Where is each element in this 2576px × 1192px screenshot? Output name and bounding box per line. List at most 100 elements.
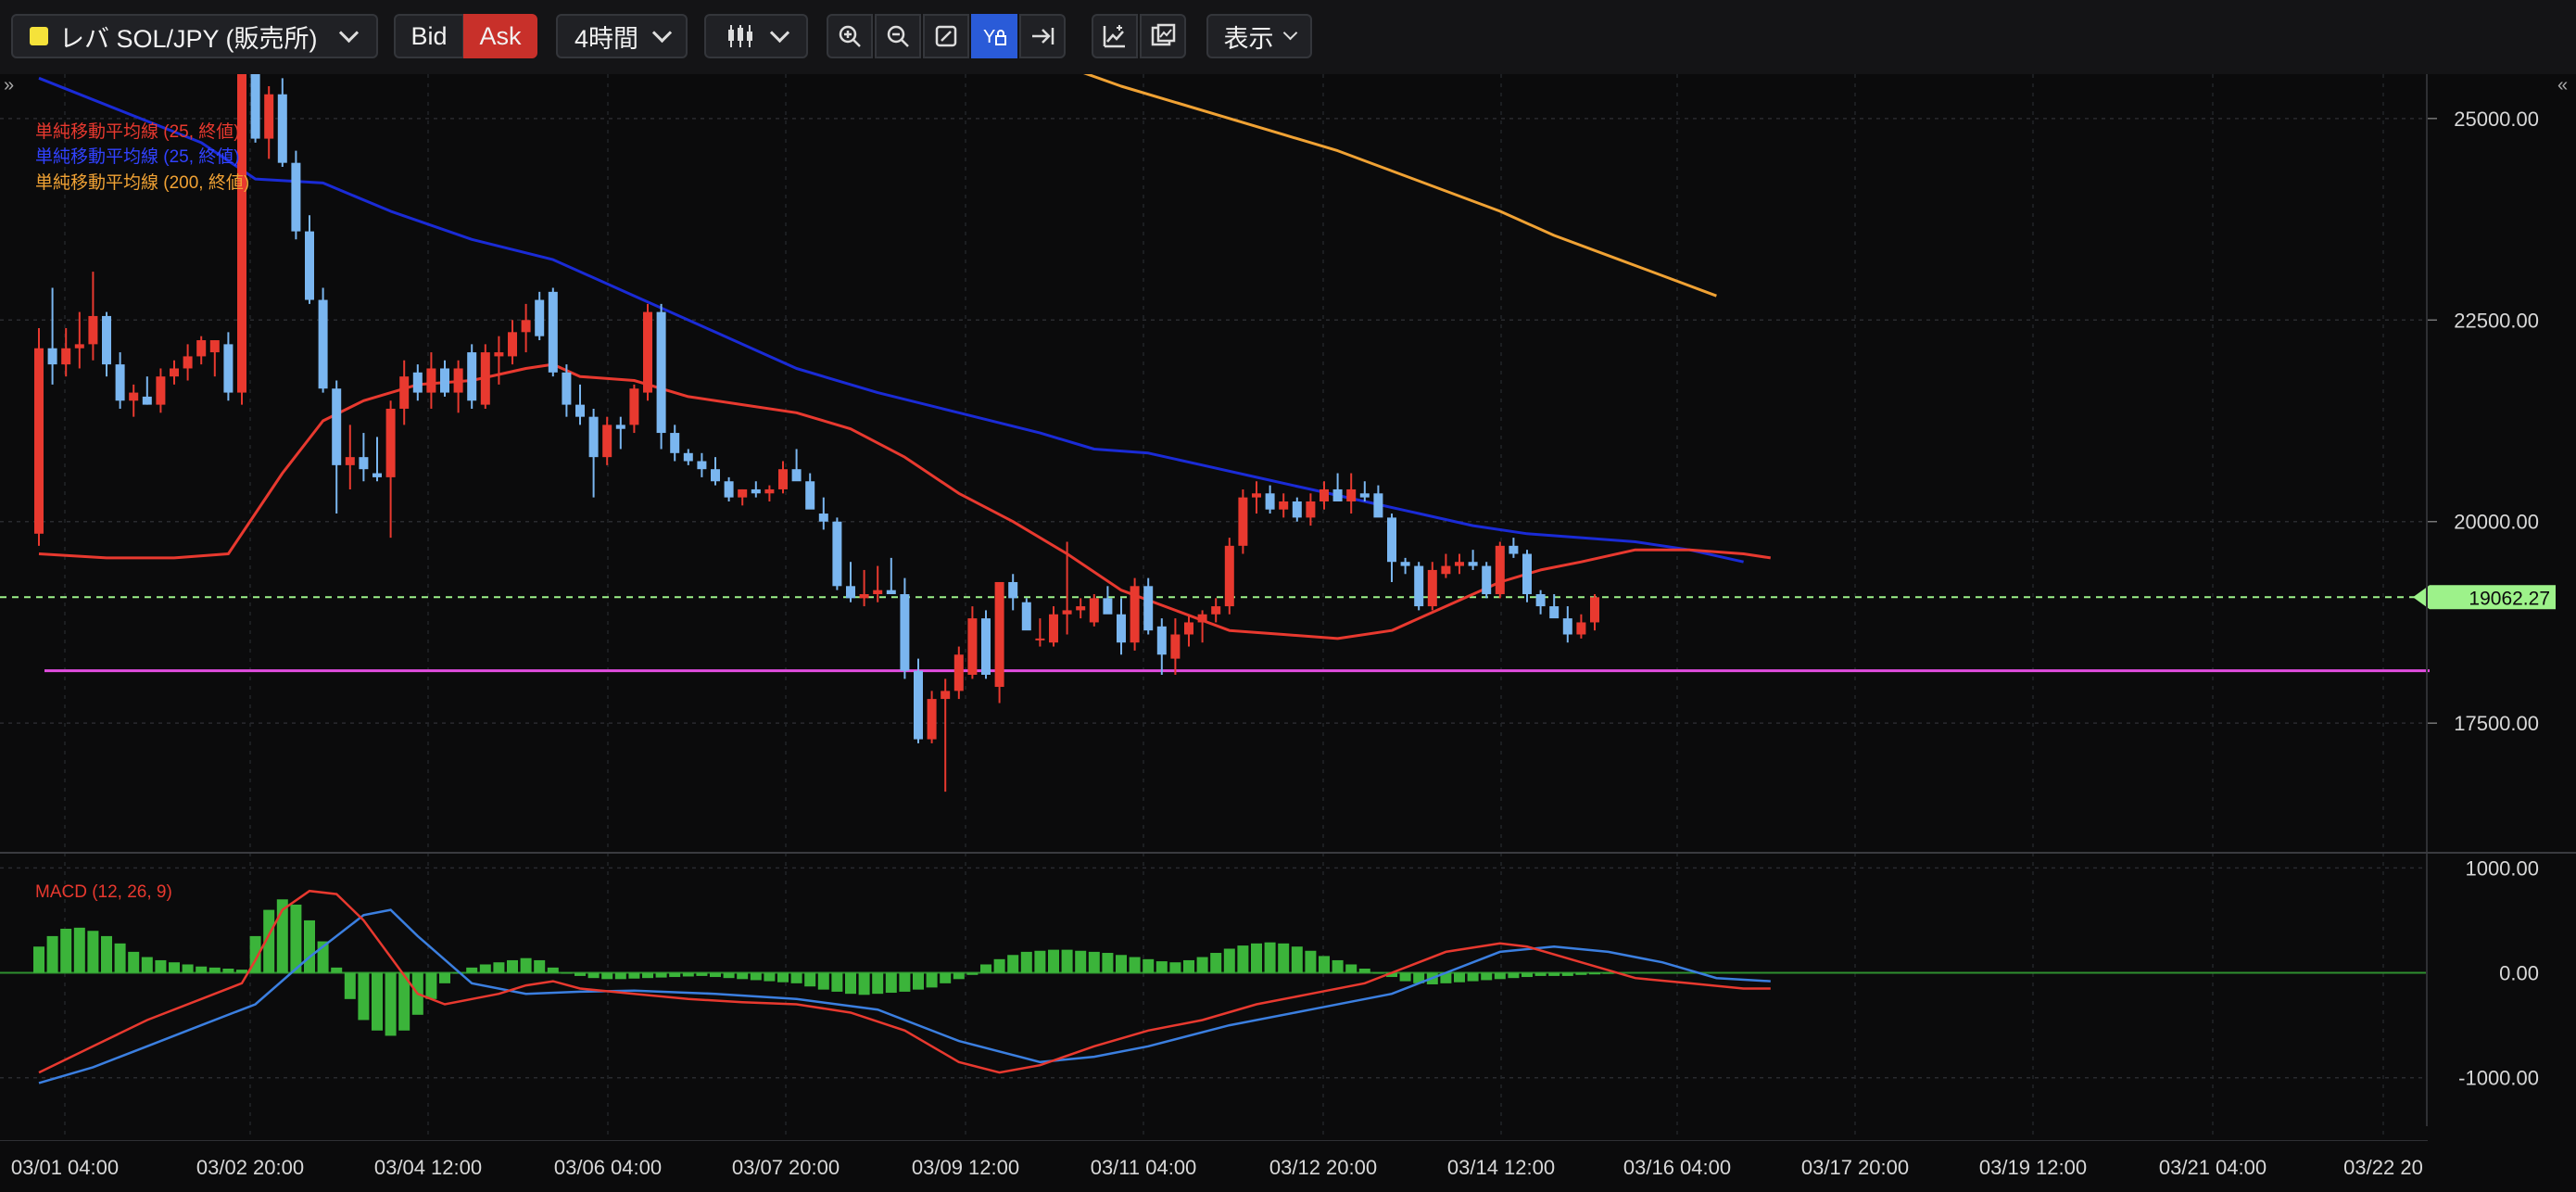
zoom-in-button[interactable] — [827, 14, 873, 58]
macd-histogram-bar — [73, 927, 85, 973]
candle-body — [859, 594, 869, 599]
candle-body — [385, 408, 396, 477]
macd-histogram-bar — [764, 972, 776, 982]
macd-histogram-bar — [331, 967, 343, 973]
symbol-selector[interactable]: レバ SOL/JPY (販売所) — [11, 14, 378, 58]
candle — [291, 150, 301, 240]
candle-body — [1184, 622, 1193, 635]
candle-body — [399, 376, 410, 409]
add-indicator-button[interactable] — [1092, 14, 1138, 58]
chart-settings-button[interactable] — [1140, 14, 1186, 58]
candle-body — [643, 311, 652, 393]
candle — [1021, 598, 1031, 631]
chevron-down-icon — [651, 22, 673, 43]
candle-body — [223, 344, 234, 393]
toolbar: レバ SOL/JPY (販売所) Bid Ask 4時間 Y 表示 — [0, 0, 2576, 76]
candle-body — [1522, 553, 1532, 595]
candle — [1224, 538, 1234, 615]
macd-histogram-bar — [872, 972, 884, 995]
candle-body — [629, 388, 639, 425]
expand-left-icon[interactable]: » — [4, 75, 14, 95]
candle — [1238, 488, 1248, 554]
bid-button[interactable]: Bid — [394, 14, 464, 58]
macd-tick-label: -1000.00 — [2458, 1067, 2539, 1090]
macd-histogram-bar — [1467, 972, 1479, 982]
candle-body — [521, 320, 531, 333]
macd-histogram-bar — [479, 964, 491, 973]
candle-body — [1049, 614, 1058, 643]
y-axis-lock-button[interactable]: Y — [971, 14, 1017, 58]
candle-body — [508, 332, 517, 357]
candle-body — [764, 488, 775, 494]
candle — [1414, 562, 1424, 611]
fit-view-button[interactable] — [923, 14, 969, 58]
expand-right-icon[interactable]: « — [2557, 75, 2568, 95]
candle-body — [1441, 565, 1451, 575]
candle-body — [345, 457, 355, 465]
current-price-label: 19062.27 — [2469, 588, 2550, 609]
candle — [480, 344, 490, 409]
candle-body — [1359, 493, 1370, 498]
candle-body — [818, 514, 828, 522]
macd-tick-label: 1000.00 — [2465, 856, 2539, 880]
scroll-to-latest-button[interactable] — [1019, 14, 1066, 58]
macd-histogram-bar — [101, 935, 112, 973]
price-tick-label: 25000.00 — [2454, 108, 2539, 131]
macd-tick-label: 0.00 — [2499, 962, 2539, 985]
candle-body — [277, 94, 287, 163]
panel-divider[interactable] — [0, 852, 2576, 854]
candle-body — [494, 352, 504, 357]
candle-body — [332, 388, 342, 465]
candle-body — [670, 433, 680, 453]
candle-body — [832, 521, 842, 587]
macd-histogram-bar — [723, 972, 735, 979]
macd-histogram-bar — [1508, 972, 1520, 979]
view-menu-button[interactable]: 表示 — [1206, 14, 1312, 58]
candle-body — [183, 356, 193, 369]
macd-histogram-bar — [777, 972, 789, 983]
candle-body — [711, 469, 720, 482]
arrow-to-end-icon — [1032, 28, 1054, 44]
zoom-in-icon — [839, 25, 861, 47]
candle-body — [1495, 545, 1505, 595]
macd-histogram-bar — [710, 972, 721, 978]
candle — [656, 303, 666, 450]
price-chart[interactable]: 25000.00 22500.00 20000.00 17500.00 1000.00 0… — [0, 74, 2576, 1192]
candle-body — [1576, 622, 1586, 635]
timeframe-selector[interactable]: 4時間 — [556, 14, 688, 58]
candle-body — [1170, 634, 1181, 659]
candle-body — [156, 376, 166, 405]
macd-histogram-bar — [1345, 964, 1357, 973]
candle — [914, 658, 923, 743]
candle-body — [47, 348, 57, 365]
time-tick-label: 03/01 04:00 — [11, 1156, 119, 1179]
macd-histogram-bar — [1589, 972, 1600, 975]
zoom-out-button[interactable] — [875, 14, 921, 58]
candle-body — [1103, 598, 1113, 615]
candle-body — [953, 654, 964, 691]
macd-histogram-bar — [1048, 949, 1059, 973]
macd-histogram-bar — [493, 962, 505, 973]
candle — [1130, 577, 1140, 651]
candle-body — [74, 344, 84, 349]
candle-body — [1062, 610, 1072, 615]
candle-body — [1306, 501, 1316, 518]
legend-sma-blue: 単純移動平均線 (25, 終値) — [35, 146, 240, 167]
macd-histogram-bar — [196, 966, 208, 973]
macd-histogram-bar — [1102, 953, 1114, 973]
macd-histogram-bar — [1196, 957, 1208, 973]
candle-body — [1021, 602, 1031, 631]
chart-window-icon — [1151, 23, 1176, 46]
time-tick-label: 03/17 20:00 — [1801, 1156, 1909, 1179]
chart-type-selector[interactable] — [704, 14, 808, 58]
candle-body — [1482, 565, 1492, 595]
price-tick-label: 22500.00 — [2454, 309, 2539, 332]
macd-histogram-bar — [953, 972, 965, 980]
time-tick-label: 03/06 04:00 — [554, 1156, 662, 1179]
candle-body — [1076, 606, 1086, 611]
macd-histogram-bar — [385, 972, 397, 1036]
candle-body — [1035, 638, 1045, 640]
ask-button[interactable]: Ask — [463, 14, 537, 58]
candle-body — [1346, 488, 1357, 501]
macd-histogram-bar — [155, 959, 167, 973]
